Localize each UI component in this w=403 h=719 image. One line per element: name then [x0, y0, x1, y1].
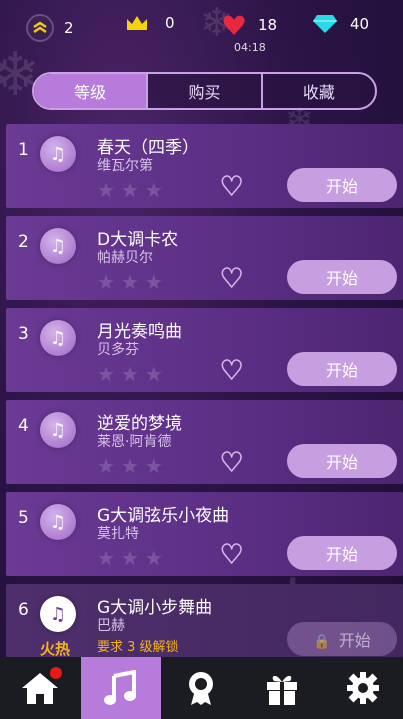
- song-composer: 莱恩·阿肯德: [97, 434, 172, 450]
- nav-gifts[interactable]: [242, 657, 323, 719]
- song-index: 2: [18, 232, 29, 252]
- star-icon: ★: [144, 454, 163, 478]
- song-index: 4: [18, 416, 29, 436]
- music-icon: [103, 670, 136, 705]
- star-icon: ★: [120, 362, 139, 386]
- start-button[interactable]: 开始: [287, 536, 397, 570]
- bottom-nav: [0, 657, 403, 719]
- nav-achievements[interactable]: [161, 657, 242, 719]
- music-note-icon: ♫: [40, 504, 76, 540]
- song-row[interactable]: 3 ♫ 月光奏鸣曲 贝多芬 ★ ★ ★ ♥ 开始: [6, 308, 403, 392]
- song-row[interactable]: 2 ♫ D大调卡农 帕赫贝尔 ★ ★ ★ ♥ 开始: [6, 216, 403, 300]
- nav-music[interactable]: [80, 657, 162, 719]
- song-composer: 贝多芬: [97, 342, 139, 358]
- favorite-heart-icon[interactable]: ♥: [219, 449, 244, 477]
- nav-settings[interactable]: [322, 657, 403, 719]
- gear-icon: [346, 672, 379, 704]
- favorite-heart-icon[interactable]: ♥: [219, 265, 244, 293]
- nav-home[interactable]: [0, 657, 81, 719]
- music-note-icon: ♫: [40, 412, 76, 448]
- song-row[interactable]: 1 ♫ 春天（四季） 维瓦尔第 ★ ★ ★ ♥ 开始: [6, 124, 403, 208]
- unlock-requirement: 要求 3 级解锁: [97, 640, 179, 655]
- heart-icon: [223, 15, 245, 35]
- start-button[interactable]: 开始: [287, 444, 397, 478]
- start-button[interactable]: 开始: [287, 260, 397, 294]
- song-composer: 莫扎特: [97, 526, 139, 542]
- song-index: 3: [18, 324, 29, 344]
- star-icon: ★: [97, 178, 115, 202]
- star-icon: ★: [144, 178, 163, 202]
- song-index: 6: [18, 600, 29, 620]
- star-rating: ★ ★ ★: [97, 548, 163, 568]
- star-rating: ★ ★ ★: [97, 180, 163, 200]
- star-icon: ★: [97, 270, 115, 294]
- star-icon: ★: [120, 454, 139, 478]
- crown-stat[interactable]: 0: [125, 14, 175, 32]
- gem-stat[interactable]: 40: [312, 14, 369, 34]
- tab-level[interactable]: 等级: [34, 74, 147, 108]
- tab-favorites[interactable]: 收藏: [260, 74, 375, 108]
- music-note-icon: ♫: [40, 228, 76, 264]
- song-list: 1 ♫ 春天（四季） 维瓦尔第 ★ ★ ★ ♥ 开始 2 ♫ D大调卡农 帕赫贝…: [6, 124, 403, 666]
- star-rating: ★ ★ ★: [97, 272, 163, 292]
- star-icon: ★: [97, 362, 115, 386]
- song-row[interactable]: 5 ♫ G大调弦乐小夜曲 莫扎特 ★ ★ ★ ♥ 开始: [6, 492, 403, 576]
- song-index: 5: [18, 508, 29, 528]
- gem-value: 40: [350, 15, 370, 33]
- star-rating: ★ ★ ★: [97, 364, 163, 384]
- star-icon: ★: [120, 546, 139, 570]
- category-tabs: 等级 购买 收藏: [32, 72, 377, 110]
- status-bar: 2 0 18 04:18 40: [0, 0, 403, 60]
- favorite-heart-icon[interactable]: ♥: [219, 541, 244, 569]
- star-icon: ★: [144, 362, 163, 386]
- crown-value: 0: [165, 14, 175, 32]
- tab-purchase[interactable]: 购买: [146, 74, 260, 108]
- star-icon: ★: [120, 178, 139, 202]
- hot-badge: 火热: [40, 640, 71, 658]
- rank-stat[interactable]: 2: [26, 14, 74, 42]
- start-label: 开始: [338, 631, 371, 650]
- song-index: 1: [18, 140, 29, 160]
- rank-value: 2: [64, 19, 74, 37]
- lives-timer: 04:18: [234, 41, 266, 54]
- start-button[interactable]: 开始: [287, 352, 397, 386]
- star-icon: ★: [97, 546, 115, 570]
- star-icon: ★: [97, 454, 115, 478]
- favorite-heart-icon[interactable]: ♥: [219, 173, 244, 201]
- diamond-icon: [313, 15, 337, 33]
- star-icon: ★: [120, 270, 139, 294]
- chevron-rank-icon: [26, 14, 54, 42]
- badge-icon: [189, 672, 214, 705]
- star-icon: ★: [144, 270, 163, 294]
- music-note-icon: ♫: [40, 596, 76, 632]
- music-note-icon: ♫: [40, 320, 76, 356]
- star-rating: ★ ★ ★: [97, 456, 163, 476]
- gift-icon: [267, 675, 298, 705]
- lock-icon: 🔒: [313, 634, 331, 650]
- song-row[interactable]: 4 ♫ 逆爱的梦境 莱恩·阿肯德 ★ ★ ★ ♥ 开始: [6, 400, 403, 484]
- crown-icon: [127, 16, 147, 30]
- start-button[interactable]: 开始: [287, 168, 397, 202]
- star-icon: ★: [144, 546, 163, 570]
- favorite-heart-icon[interactable]: ♥: [219, 357, 244, 385]
- music-note-icon: ♫: [40, 136, 76, 172]
- notification-dot: [50, 667, 62, 679]
- lives-stat[interactable]: 18: [222, 14, 277, 36]
- start-button-locked[interactable]: 🔒 开始: [287, 622, 397, 656]
- song-row-locked[interactable]: 6 ♫ 火热 G大调小步舞曲 巴赫 要求 3 级解锁 🔒 开始: [6, 584, 403, 658]
- lives-value: 18: [258, 16, 278, 34]
- song-composer: 帕赫贝尔: [97, 250, 153, 266]
- song-composer: 巴赫: [97, 618, 125, 634]
- song-composer: 维瓦尔第: [97, 158, 153, 174]
